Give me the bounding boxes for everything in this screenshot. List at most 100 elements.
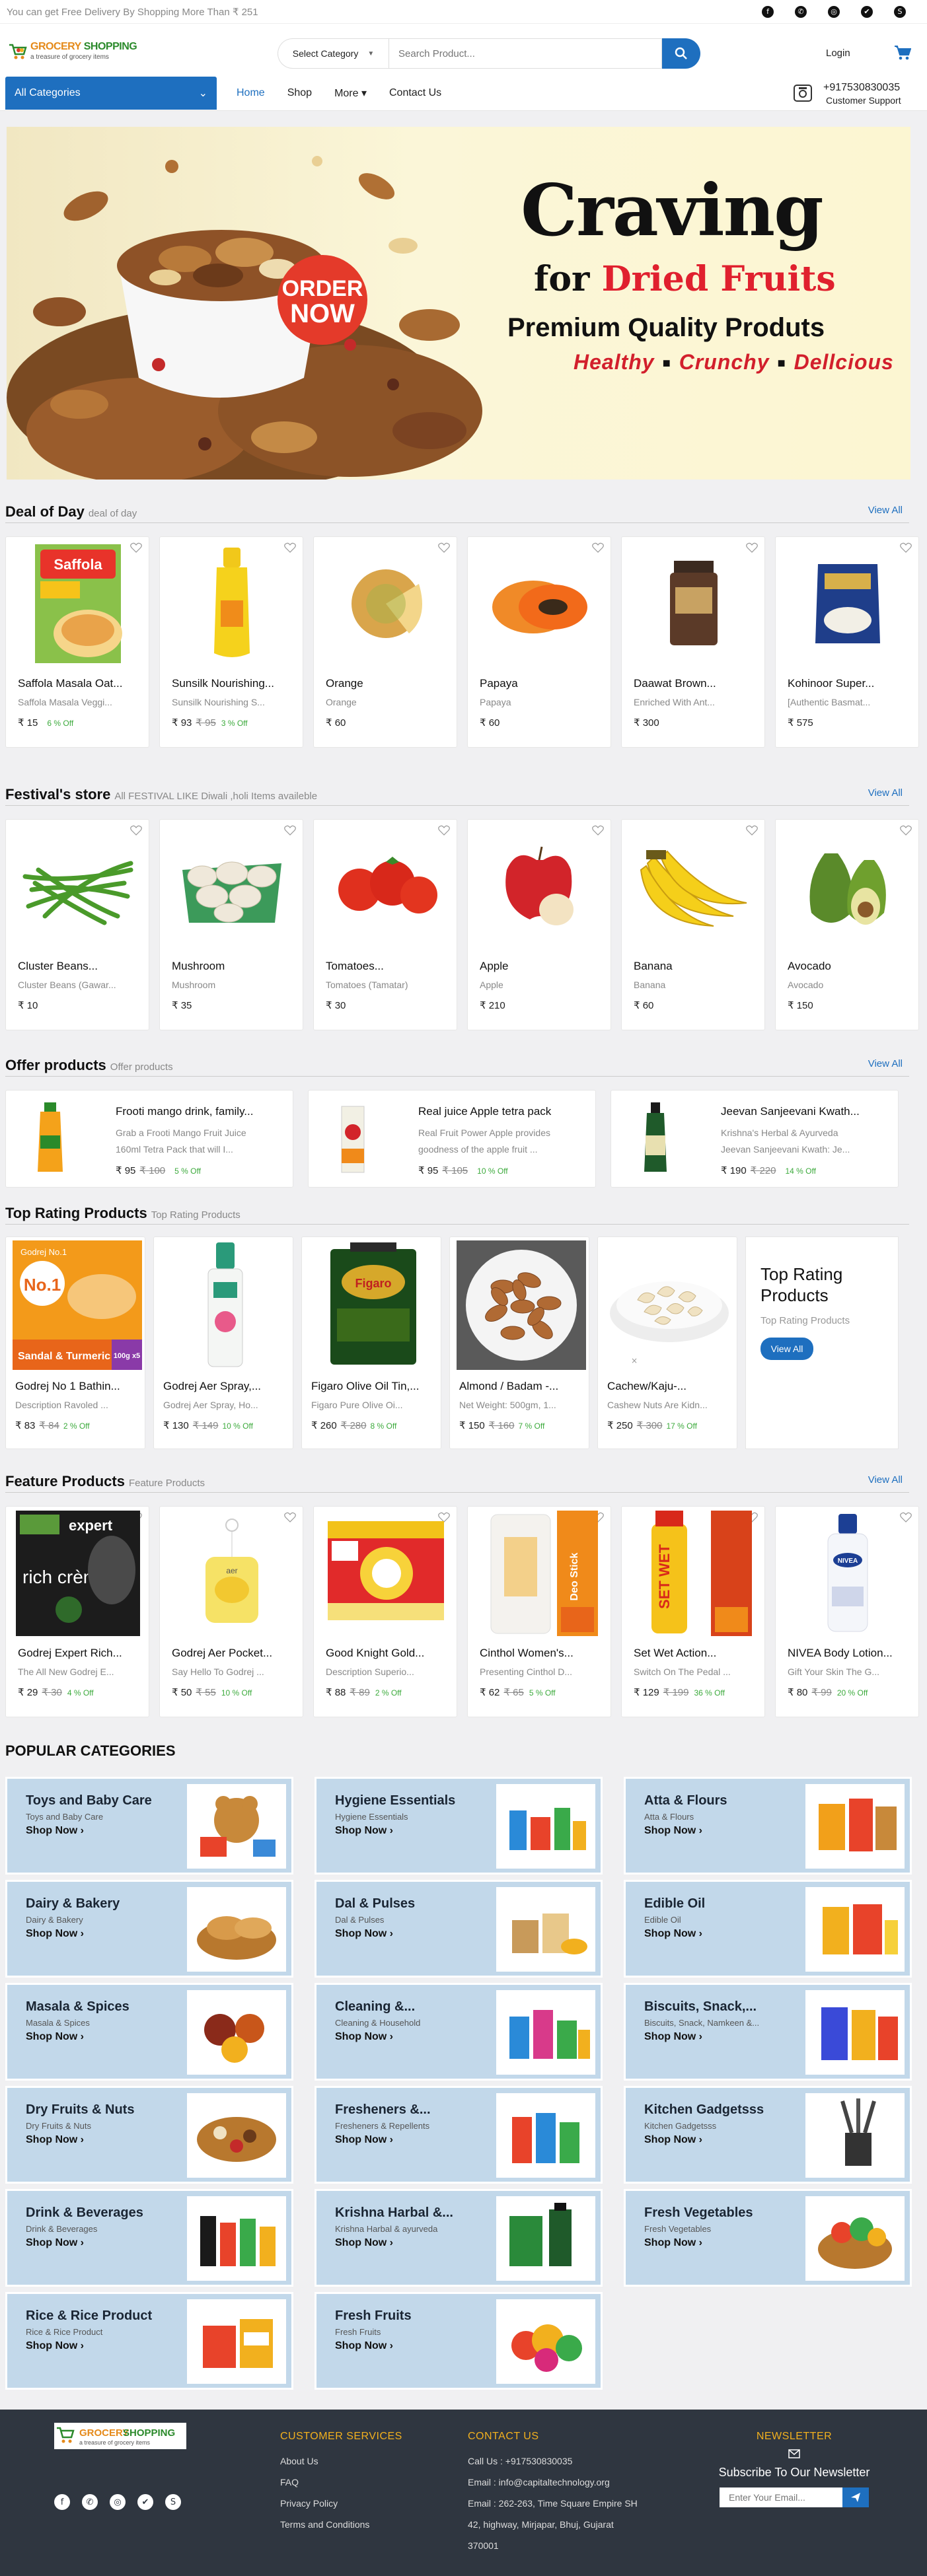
shop-now-link[interactable]: Shop Now › <box>26 1928 84 1940</box>
product-card[interactable]: × Cachew/Kaju-... Cashew Nuts Are Kidn..… <box>597 1236 737 1449</box>
shop-now-link[interactable]: Shop Now › <box>644 2237 702 2249</box>
shop-now-link[interactable]: Shop Now › <box>335 1928 393 1940</box>
hero-banner[interactable]: ORDER NOW Craving for Dried Fruits Premi… <box>7 127 910 480</box>
offer-card[interactable]: Real juice Apple tetra pack Real Fruit P… <box>308 1090 596 1188</box>
view-all-link[interactable]: View All <box>868 1474 903 1485</box>
whatsapp-icon[interactable]: ✆ <box>82 2494 98 2510</box>
product-card[interactable]: Orange Orange ₹ 60 <box>313 536 457 748</box>
product-card[interactable]: SET WET Set Wet Action... Switch On The … <box>621 1506 765 1717</box>
category-card[interactable]: Toys and Baby Care Toys and Baby Care Shop… <box>5 1777 293 1875</box>
view-all-button[interactable]: View All <box>760 1338 813 1360</box>
view-all-link[interactable]: View All <box>868 505 903 516</box>
product-card[interactable]: aer Godrej Aer Pocket... Say Hello To Go… <box>159 1506 303 1717</box>
product-card[interactable]: Banana Banana ₹ 60 <box>621 819 765 1030</box>
category-card[interactable]: Kitchen Gadgetsss Kitchen Gadgetsss Shop N… <box>624 2086 912 2184</box>
category-card[interactable]: Fresh Vegetables Fresh Vegetables Shop Now… <box>624 2189 912 2287</box>
search-button[interactable] <box>662 38 700 69</box>
offer-card[interactable]: Frooti mango drink, family... Grab a Fro… <box>5 1090 293 1188</box>
shop-now-link[interactable]: Shop Now › <box>335 2340 393 2352</box>
footer-link-faq[interactable]: FAQ <box>280 2477 299 2487</box>
category-card[interactable]: Hygiene Essentials Hygiene Essentials Shop… <box>315 1777 603 1875</box>
product-card[interactable]: Papaya Papaya ₹ 60 <box>467 536 611 748</box>
product-card[interactable]: No.1 Godrej No.1 Sandal & Turmeric 100g x5 … <box>5 1236 145 1449</box>
product-card[interactable]: Figaro Figaro Olive Oil Tin,... Figaro P… <box>301 1236 441 1449</box>
cart-icon[interactable] <box>894 45 911 61</box>
skype-icon[interactable]: S <box>165 2494 181 2510</box>
product-card[interactable]: Cluster Beans... Cluster Beans (Gawar...… <box>5 819 149 1030</box>
product-card[interactable]: Apple Apple ₹ 210 <box>467 819 611 1030</box>
nav-shop[interactable]: Shop <box>287 87 312 99</box>
product-card[interactable]: Almond / Badam -... Net Weight: 500gm, 1… <box>449 1236 589 1449</box>
view-all-link[interactable]: View All <box>868 1058 903 1069</box>
shop-now-link[interactable]: Shop Now › <box>335 1825 393 1837</box>
product-card[interactable]: Kohinoor Super... [Authentic Basmat... ₹… <box>775 536 919 748</box>
whatsapp-icon[interactable]: ✆ <box>795 5 807 18</box>
offer-card[interactable]: Jeevan Sanjeevani Kwath... Krishna's Her… <box>611 1090 899 1188</box>
product-image: Figaro <box>309 1240 438 1370</box>
category-card[interactable]: Krishna Harbal &... Krishna Harbal & ayur… <box>315 2189 603 2287</box>
category-select[interactable]: Select Category ▼ <box>278 38 389 69</box>
category-card[interactable]: Rice & Rice Product Rice & Rice Product Sh… <box>5 2292 293 2390</box>
category-name: Dry Fruits & Nuts <box>26 2102 135 2117</box>
category-card[interactable]: Drink & Beverages Drink & Beverages Shop N… <box>5 2189 293 2287</box>
category-card[interactable]: Dal & Pulses Dal & Pulses Shop Now › <box>315 1880 603 1978</box>
category-card[interactable]: Cleaning &... Cleaning & Household Shop No… <box>315 1983 603 2081</box>
shop-now-link[interactable]: Shop Now › <box>26 2031 84 2043</box>
product-card[interactable]: Sunsilk Nourishing... Sunsilk Nourishing… <box>159 536 303 748</box>
search-input[interactable] <box>389 38 662 69</box>
category-card[interactable]: Dry Fruits & Nuts Dry Fruits & Nuts Shop N… <box>5 2086 293 2184</box>
product-card[interactable]: Daawat Brown... Enriched With Ant... ₹ 3… <box>621 536 765 748</box>
category-card[interactable]: Masala & Spices Masala & Spices Shop Now › <box>5 1983 293 2081</box>
product-card[interactable]: Tomatoes... Tomatoes (Tamatar) ₹ 30 <box>313 819 457 1030</box>
newsletter-email-input[interactable] <box>720 2487 842 2507</box>
pack-brand: Godrej No.1 <box>20 1247 67 1257</box>
shop-now-link[interactable]: Shop Now › <box>26 2134 84 2146</box>
shop-now-link[interactable]: Shop Now › <box>644 1928 702 1940</box>
view-all-link[interactable]: View All <box>868 787 903 799</box>
category-name: Fresh Vegetables <box>644 2205 753 2220</box>
footer-link-terms[interactable]: Terms and Conditions <box>280 2519 369 2530</box>
newsletter-submit-button[interactable] <box>842 2487 869 2507</box>
instagram-icon[interactable]: ◎ <box>828 5 840 18</box>
product-card[interactable]: NIVEA NIVEA Body Lotion... Gift Your Ski… <box>775 1506 919 1717</box>
shop-now-link[interactable]: Shop Now › <box>26 1825 84 1837</box>
shop-now-link[interactable]: Shop Now › <box>335 2031 393 2043</box>
footer-logo-tagline: a treasure of grocery items <box>79 2439 151 2446</box>
shop-now-link[interactable]: Shop Now › <box>335 2237 393 2249</box>
footer-logo[interactable]: GROCERY SHOPPING a treasure of grocery it… <box>54 2423 186 2452</box>
category-card[interactable]: Atta & Flours Atta & Flours Shop Now › <box>624 1777 912 1875</box>
shop-now-link[interactable]: Shop Now › <box>644 2031 702 2043</box>
shop-now-link[interactable]: Shop Now › <box>26 2340 84 2352</box>
footer-link-privacy[interactable]: Privacy Policy <box>280 2498 338 2509</box>
product-card[interactable]: Avocado Avocado ₹ 150 <box>775 819 919 1030</box>
site-logo[interactable]: GROCERY SHOPPING a treasure of grocery i… <box>7 38 139 65</box>
category-card[interactable]: Fresh Fruits Fresh Fruits Shop Now › <box>315 2292 603 2390</box>
feature-products-grid: expert rich crème Godrej Expert Rich... T… <box>5 1506 919 1717</box>
shop-now-link[interactable]: Shop Now › <box>644 1825 702 1837</box>
twitter-icon[interactable]: ✔ <box>137 2494 153 2510</box>
product-card[interactable]: Saffola Saffola Masala Oat... Saffola Ma… <box>5 536 149 748</box>
shop-now-link[interactable]: Shop Now › <box>335 2134 393 2146</box>
facebook-icon[interactable]: f <box>54 2494 70 2510</box>
nav-more[interactable]: More ▾ <box>334 87 367 100</box>
product-card[interactable]: Good Knight Gold... Description Superio.… <box>313 1506 457 1717</box>
product-card[interactable]: Deo Stick Cinthol Women's... Presenting … <box>467 1506 611 1717</box>
nav-contact[interactable]: Contact Us <box>389 87 441 99</box>
instagram-icon[interactable]: ◎ <box>110 2494 126 2510</box>
product-card[interactable]: expert rich crème Godrej Expert Rich... T… <box>5 1506 149 1717</box>
footer-link-about[interactable]: About Us <box>280 2456 318 2466</box>
category-card[interactable]: Edible Oil Edible Oil Shop Now › <box>624 1880 912 1978</box>
nav-home[interactable]: Home <box>237 87 265 99</box>
category-card[interactable]: Dairy & Bakery Dairy & Bakery Shop Now › <box>5 1880 293 1978</box>
skype-icon[interactable]: S <box>894 5 906 18</box>
shop-now-link[interactable]: Shop Now › <box>26 2237 84 2249</box>
shop-now-link[interactable]: Shop Now › <box>644 2134 702 2146</box>
category-card[interactable]: Biscuits, Snack,... Biscuits, Snack, Namk… <box>624 1983 912 2081</box>
facebook-icon[interactable]: f <box>762 5 774 18</box>
login-link[interactable]: Login <box>826 48 850 59</box>
product-card[interactable]: Godrej Aer Spray,... Godrej Aer Spray, H… <box>153 1236 293 1449</box>
product-card[interactable]: Mushroom Mushroom ₹ 35 <box>159 819 303 1030</box>
category-card[interactable]: Fresheners &... Fresheners & Repellents Sh… <box>315 2086 603 2184</box>
all-categories-button[interactable]: All Categories ⌄ <box>5 77 217 110</box>
twitter-icon[interactable]: ✔ <box>861 5 873 18</box>
